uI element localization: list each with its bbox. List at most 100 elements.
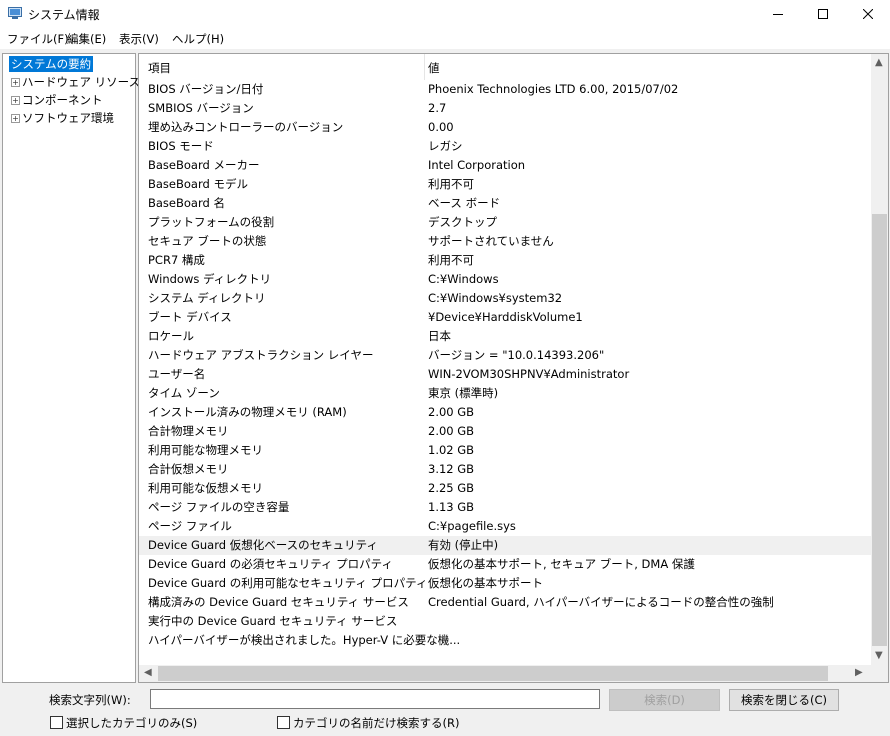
row-item-name: 埋め込みコントローラーのバージョン <box>148 120 344 134</box>
row-item-name: BaseBoard メーカー <box>148 158 260 172</box>
row-item-value: 2.25 GB <box>428 481 475 495</box>
tree-item-components[interactable]: + コンポーネント <box>3 92 133 109</box>
row-item-value: C:¥Windows <box>428 272 499 286</box>
row-item-value: ベース ボード <box>428 196 501 210</box>
row-item-value: Phoenix Technologies LTD 6.00, 2015/07/0… <box>428 82 679 96</box>
scroll-up-icon[interactable]: ▲ <box>875 57 883 68</box>
row-item-value: C:¥Windows¥system32 <box>428 291 563 305</box>
table-row[interactable]: 合計物理メモリ 2.00 GB <box>139 422 871 441</box>
expand-icon[interactable]: + <box>11 114 20 123</box>
scroll-right-icon[interactable]: ▶ <box>855 667 863 678</box>
table-row[interactable]: 構成済みの Device Guard セキュリティ サービス Credential… <box>139 593 871 612</box>
table-row[interactable]: BIOS バージョン/日付 Phoenix Technologies LTD 6.… <box>139 80 871 99</box>
row-item-name: Device Guard の必須セキュリティ プロパティ <box>148 557 393 571</box>
table-row[interactable]: ブート デバイス ¥Device¥HarddiskVolume1 <box>139 308 871 327</box>
row-item-value: 仮想化の基本サポート, セキュア ブート, DMA 保護 <box>428 557 695 571</box>
horizontal-scrollbar[interactable]: ◀ ▶ <box>139 665 871 682</box>
table-row[interactable]: タイム ゾーン 東京 (標準時) <box>139 384 871 403</box>
category-tree[interactable]: システムの要約 + ハードウェア リソース + コンポーネント + ソフトウェア… <box>2 53 140 683</box>
row-item-name: 実行中の Device Guard セキュリティ サービス <box>148 614 398 628</box>
table-row[interactable]: BaseBoard モデル 利用不可 <box>139 175 871 194</box>
scroll-down-icon[interactable]: ▼ <box>875 650 883 661</box>
table-row[interactable]: PCR7 構成 利用不可 <box>139 251 871 270</box>
table-row[interactable]: ページ ファイル C:¥pagefile.sys <box>139 517 871 536</box>
row-item-name: PCR7 構成 <box>148 253 205 267</box>
row-item-value: Intel Corporation <box>428 158 526 172</box>
table-row[interactable]: インストール済みの物理メモリ (RAM) 2.00 GB <box>139 403 871 422</box>
row-item-name: ハイパーバイザーが検出されました。Hyper-V に必要な機... <box>148 633 461 647</box>
column-divider[interactable] <box>424 54 425 80</box>
table-row[interactable]: Device Guard の必須セキュリティ プロパティ 仮想化の基本サポート, … <box>139 555 871 574</box>
table-row[interactable]: 利用可能な仮想メモリ 2.25 GB <box>139 479 871 498</box>
table-row[interactable]: ユーザー名 WIN-2VOM30SHPNV¥Administrator <box>139 365 871 384</box>
row-item-name: Device Guard 仮想化ベースのセキュリティ <box>148 538 378 552</box>
table-row[interactable]: BIOS モード レガシ <box>139 137 871 156</box>
menu-file[interactable]: ファイル(F) <box>7 31 69 47</box>
maximize-button[interactable] <box>800 0 845 28</box>
table-row[interactable]: プラットフォームの役割 デスクトップ <box>139 213 871 232</box>
column-header-item[interactable]: 項目 <box>148 60 171 76</box>
table-row[interactable]: ページ ファイルの空き容量 1.13 GB <box>139 498 871 517</box>
table-row[interactable]: セキュア ブートの状態 サポートされていません <box>139 232 871 251</box>
vertical-scroll-thumb[interactable] <box>872 214 887 646</box>
table-row[interactable]: 実行中の Device Guard セキュリティ サービス <box>139 612 871 631</box>
checkbox-box[interactable] <box>50 716 63 729</box>
title-bar: システム情報 <box>0 0 890 28</box>
row-item-name: ユーザー名 <box>148 367 206 381</box>
tree-item-label: コンポーネント <box>22 93 103 107</box>
tree-item-software-environment[interactable]: + ソフトウェア環境 <box>3 110 133 127</box>
row-item-name: 合計仮想メモリ <box>148 462 229 476</box>
row-item-name: インストール済みの物理メモリ (RAM) <box>148 405 347 419</box>
row-item-value: 有効 (停止中) <box>428 538 499 552</box>
table-row[interactable]: SMBIOS バージョン 2.7 <box>139 99 871 118</box>
vertical-scrollbar[interactable]: ▲ ▼ <box>871 54 888 665</box>
table-row[interactable]: システム ディレクトリ C:¥Windows¥system32 <box>139 289 871 308</box>
menu-view[interactable]: 表示(V) <box>119 31 159 47</box>
expand-icon[interactable]: + <box>11 78 20 87</box>
table-row[interactable]: ハイパーバイザーが検出されました。Hyper-V に必要な機... <box>139 631 871 650</box>
row-item-name: 合計物理メモリ <box>148 424 229 438</box>
column-header-value[interactable]: 値 <box>428 60 440 76</box>
row-item-value: バージョン = "10.0.14393.206" <box>428 348 605 362</box>
row-item-value: 利用不可 <box>428 177 474 191</box>
menu-edit[interactable]: 編集(E) <box>67 31 106 47</box>
row-item-name: 構成済みの Device Guard セキュリティ サービス <box>148 595 409 609</box>
menu-help[interactable]: ヘルプ(H) <box>172 31 224 47</box>
row-item-name: ブート デバイス <box>148 310 232 324</box>
search-input[interactable] <box>150 689 600 709</box>
tree-item-label: ハードウェア リソース <box>22 75 141 89</box>
row-item-name: SMBIOS バージョン <box>148 101 254 115</box>
row-item-value: 1.13 GB <box>428 500 475 514</box>
table-row[interactable]: Windows ディレクトリ C:¥Windows <box>139 270 871 289</box>
horizontal-scroll-thumb[interactable] <box>158 666 828 681</box>
row-item-value: C:¥pagefile.sys <box>428 519 516 533</box>
close-find-button[interactable]: 検索を閉じる(C) <box>729 689 839 711</box>
checkbox-box[interactable] <box>277 716 290 729</box>
scroll-left-icon[interactable]: ◀ <box>144 667 152 678</box>
row-item-value: 2.00 GB <box>428 424 475 438</box>
details-list[interactable]: 項目 値 BIOS バージョン/日付 Phoenix Technologies L… <box>138 53 889 683</box>
checkbox-label: 選択したカテゴリのみ(S) <box>66 716 198 730</box>
expand-icon[interactable]: + <box>11 96 20 105</box>
table-row[interactable]: 埋め込みコントローラーのバージョン 0.00 <box>139 118 871 137</box>
row-item-value: WIN-2VOM30SHPNV¥Administrator <box>428 367 630 381</box>
table-row[interactable]: Device Guard の利用可能なセキュリティ プロパティ 仮想化の基本サポー… <box>139 574 871 593</box>
row-item-value: 利用不可 <box>428 253 474 267</box>
find-button[interactable]: 検索(D) <box>609 689 720 711</box>
table-row[interactable]: BaseBoard メーカー Intel Corporation <box>139 156 871 175</box>
maximize-icon <box>817 9 828 19</box>
row-item-name: BIOS モード <box>148 139 214 153</box>
table-row[interactable]: ロケール 日本 <box>139 327 871 346</box>
table-row[interactable]: 合計仮想メモリ 3.12 GB <box>139 460 871 479</box>
minimize-button[interactable] <box>755 0 800 28</box>
tree-item-system-summary[interactable]: システムの要約 <box>9 56 94 72</box>
table-row[interactable]: Device Guard 仮想化ベースのセキュリティ 有効 (停止中) <box>139 536 871 555</box>
row-item-value: 2.00 GB <box>428 405 475 419</box>
tree-item-label: ソフトウェア環境 <box>22 111 114 125</box>
table-row[interactable]: ハードウェア アブストラクション レイヤー バージョン = "10.0.14393… <box>139 346 871 365</box>
table-row[interactable]: 利用可能な物理メモリ 1.02 GB <box>139 441 871 460</box>
tree-item-hardware-resources[interactable]: + ハードウェア リソース <box>3 74 140 91</box>
close-button[interactable] <box>845 0 890 28</box>
window-title: システム情報 <box>28 8 100 22</box>
table-row[interactable]: BaseBoard 名 ベース ボード <box>139 194 871 213</box>
